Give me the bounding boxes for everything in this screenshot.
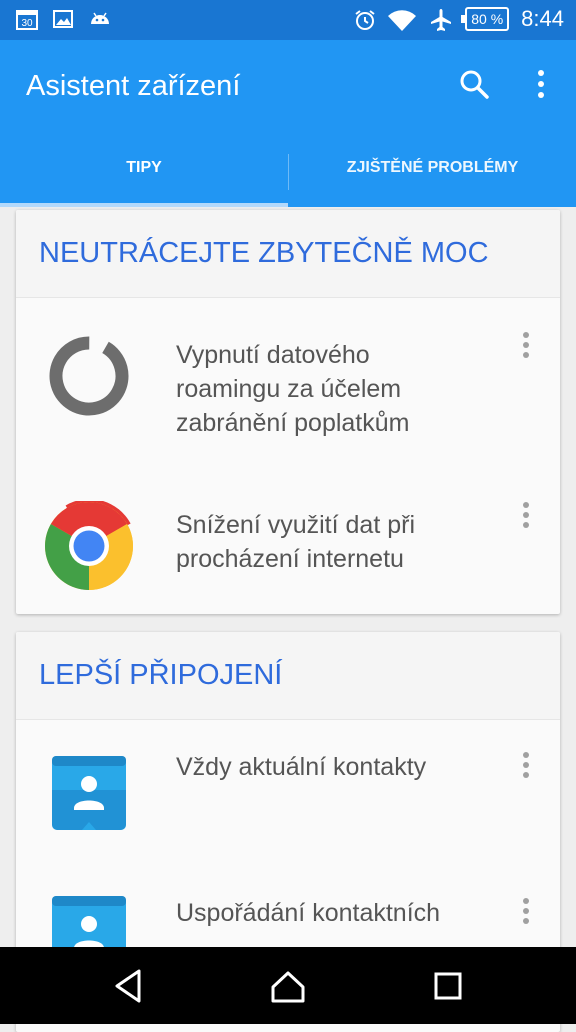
item-more-button[interactable] xyxy=(514,502,538,532)
item-more-button[interactable] xyxy=(514,898,538,928)
status-bar: 30 80 % 8:44 xyxy=(0,0,576,40)
item-more-button[interactable] xyxy=(514,752,538,782)
battery-icon: 80 % xyxy=(461,7,510,31)
tab-indicator xyxy=(0,203,288,207)
app-bar: Asistent zařízení TIPY ZJIŠTĚNÉ PROBLÉMY xyxy=(0,40,576,207)
list-item-data-roaming[interactable]: Vypnutí datového roamingu za účelem zabr… xyxy=(16,298,560,468)
tab-bar: TIPY ZJIŠTĚNÉ PROBLÉMY xyxy=(0,148,576,207)
recents-button[interactable] xyxy=(427,965,469,1007)
data-roaming-icon xyxy=(49,336,129,416)
more-options-button[interactable] xyxy=(524,66,560,102)
home-button[interactable] xyxy=(267,965,309,1007)
item-more-button[interactable] xyxy=(514,332,538,362)
list-item-contacts-sync[interactable]: Vždy aktuální kontakty xyxy=(16,720,560,870)
recents-icon xyxy=(434,972,462,1000)
page-title: Asistent zařízení xyxy=(26,70,241,102)
list-item-label: Vypnutí datového roamingu za účelem zabr… xyxy=(176,341,410,437)
tip-card-save-money: NEUTRÁCEJTE ZBYTEČNĚ MOC Vypnutí datovéh… xyxy=(16,210,560,614)
contacts-icon xyxy=(52,756,126,830)
tab-tipy[interactable]: TIPY xyxy=(0,148,288,207)
search-icon xyxy=(460,70,489,99)
airplane-icon xyxy=(429,8,453,31)
home-icon xyxy=(271,971,305,1003)
back-button[interactable] xyxy=(107,965,149,1007)
calendar-icon: 30 xyxy=(16,8,38,30)
tab-zjistene-problemy[interactable]: ZJIŠTĚNÉ PROBLÉMY xyxy=(289,148,576,207)
clock: 8:44 xyxy=(521,6,564,31)
search-button[interactable] xyxy=(456,66,492,102)
back-icon xyxy=(115,969,141,1003)
list-item-label: Uspořádání kontaktních xyxy=(176,899,441,927)
more-vert-icon xyxy=(538,70,544,98)
card-title: NEUTRÁCEJTE ZBYTEČNĚ MOC xyxy=(16,210,560,298)
image-icon xyxy=(52,8,74,30)
list-item-label: Vždy aktuální kontakty xyxy=(176,753,427,781)
wifi-icon xyxy=(387,8,417,31)
alarm-icon xyxy=(353,8,375,30)
svg-text:30: 30 xyxy=(21,18,33,29)
navigation-bar xyxy=(0,947,576,1024)
list-item-chrome-data[interactable]: Snížení využití dat při procházení inter… xyxy=(16,468,560,614)
list-item-label: Snížení využití dat při procházení inter… xyxy=(176,511,416,573)
card-title: LEPŠÍ PŘIPOJENÍ xyxy=(16,632,560,720)
chrome-icon xyxy=(45,501,133,590)
android-icon xyxy=(88,8,110,30)
